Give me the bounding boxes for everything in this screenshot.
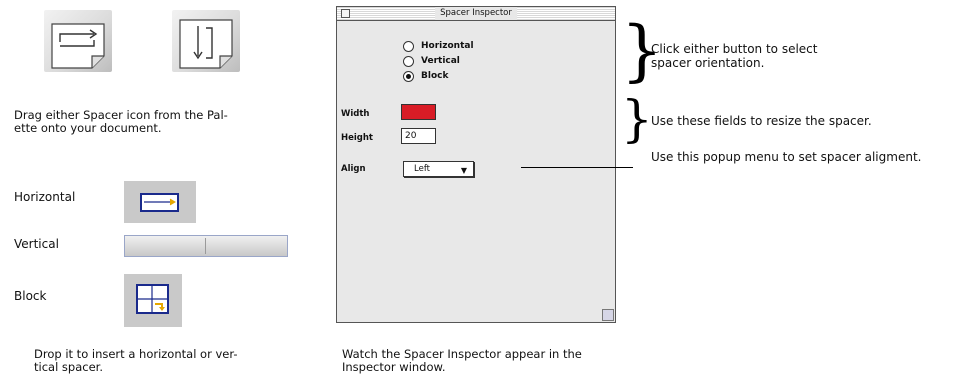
vertical-spacer-sample (124, 235, 288, 257)
height-label: Height (341, 133, 373, 143)
align-annotation: Use this popup menu to set spacer aligme… (651, 150, 922, 164)
radio-button-icon[interactable] (403, 55, 414, 67)
resize-annotation: Use these fields to resize the spacer. (651, 114, 872, 128)
vertical-label: Vertical (14, 237, 59, 251)
block-label: Block (14, 289, 47, 303)
window-title-bar[interactable]: Spacer Inspector (337, 7, 615, 21)
radio-block-label: Block (421, 71, 449, 81)
radio-vertical-label: Vertical (421, 56, 460, 66)
inspector-caption: Watch the Spacer Inspector appear in the… (342, 347, 582, 374)
align-popup-value: Left (414, 164, 430, 174)
horizontal-spacer-sample (124, 181, 196, 223)
width-field[interactable]: 100 (401, 104, 436, 120)
align-label: Align (341, 164, 366, 174)
window-title: Spacer Inspector (435, 7, 517, 20)
close-box-icon[interactable] (341, 9, 350, 18)
block-spacer-sample (124, 274, 182, 327)
horizontal-spacer-icon (140, 193, 179, 212)
resize-brace: } (621, 90, 653, 148)
resize-grow-box[interactable] (602, 309, 614, 321)
radio-horizontal[interactable]: Horizontal (403, 40, 474, 52)
horizontal-label: Horizontal (14, 190, 76, 204)
radio-horizontal-label: Horizontal (421, 41, 474, 51)
align-popup-menu[interactable]: Left ▼ (403, 161, 474, 177)
spacer-types-caption: Drop it to insert a horizontal or ver- t… (34, 347, 238, 374)
radio-block[interactable]: Block (403, 70, 448, 82)
vertical-arrow-page-icon (179, 19, 233, 69)
radio-button-icon[interactable] (403, 40, 414, 52)
palette-caption: Drag either Spacer icon from the Pal- et… (14, 108, 228, 135)
orientation-annotation: Click either button to select spacer ori… (651, 42, 818, 70)
height-field[interactable]: 20 (401, 128, 436, 144)
align-leader-line (521, 167, 633, 168)
radio-button-selected-icon[interactable] (403, 70, 414, 82)
horizontal-spacer-palette-icon[interactable] (44, 10, 112, 72)
spacer-inspector-window: Spacer Inspector Horizontal Vertical Blo… (336, 6, 616, 323)
popup-arrow-icon: ▼ (460, 166, 467, 175)
radio-vertical[interactable]: Vertical (403, 55, 460, 67)
vertical-spacer-palette-icon[interactable] (172, 10, 240, 72)
width-label: Width (341, 109, 370, 119)
horizontal-arrow-page-icon (51, 23, 105, 69)
block-spacer-icon (136, 284, 169, 314)
